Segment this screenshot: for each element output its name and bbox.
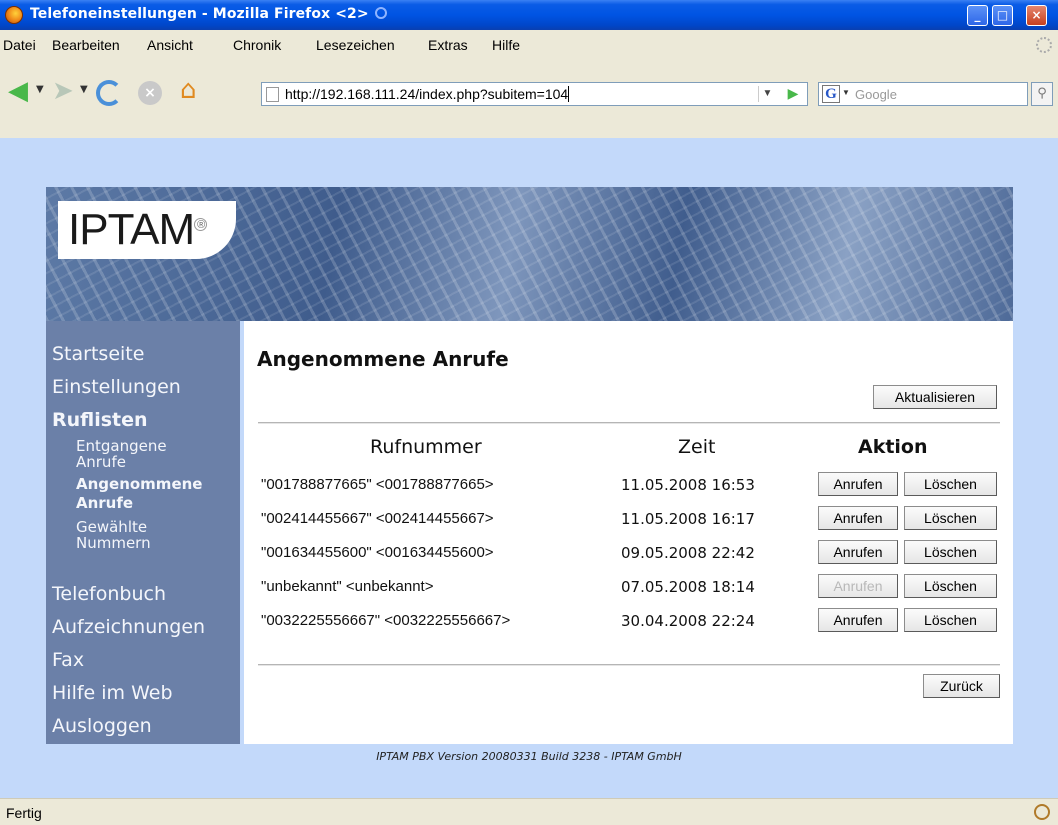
menu-bar: Datei Bearbeiten Ansicht Chronik Lesezei… bbox=[0, 30, 1058, 58]
row-3-time: 09.05.2008 22:42 bbox=[621, 544, 755, 562]
top-divider bbox=[258, 422, 1000, 424]
column-header-action: Aktion bbox=[858, 436, 928, 458]
row-3-call-button[interactable]: Anrufen bbox=[818, 540, 898, 564]
row-5-call-button[interactable]: Anrufen bbox=[818, 608, 898, 632]
back-arrow-icon[interactable]: ◀ bbox=[8, 77, 28, 105]
nav-ausloggen[interactable]: Ausloggen bbox=[52, 715, 152, 737]
row-1-delete-button[interactable]: Löschen bbox=[904, 472, 997, 496]
row-5-delete-button[interactable]: Löschen bbox=[904, 608, 997, 632]
registered-mark-icon: ® bbox=[194, 218, 208, 232]
forward-history-dropdown-icon[interactable]: ▼ bbox=[80, 84, 88, 95]
stop-icon[interactable]: × bbox=[138, 81, 162, 105]
row-3-number: "001634455600" <001634455600> bbox=[261, 544, 494, 561]
moon-icon bbox=[374, 7, 387, 19]
go-arrow-icon[interactable]: ▶ bbox=[784, 83, 802, 105]
menu-lesezeichen[interactable]: Lesezeichen bbox=[316, 37, 395, 53]
nav-fax[interactable]: Fax bbox=[52, 649, 84, 671]
reload-icon[interactable] bbox=[96, 80, 122, 106]
row-4-call-button-disabled: Anrufen bbox=[818, 574, 898, 598]
nav-sub-entgangene-line1[interactable]: Entgangene bbox=[76, 438, 167, 454]
footer-version: IPTAM PBX Version 20080331 Build 3238 - … bbox=[376, 750, 682, 763]
forward-arrow-icon[interactable]: ➤ bbox=[52, 77, 74, 105]
menu-extras[interactable]: Extras bbox=[428, 37, 468, 53]
url-text[interactable]: http://192.168.111.24/index.php?subitem=… bbox=[285, 86, 570, 102]
search-engine-dropdown-icon[interactable]: ▼ bbox=[842, 88, 850, 97]
column-header-number: Rufnummer bbox=[370, 436, 482, 458]
page-favicon-icon bbox=[266, 87, 279, 102]
status-bar: Fertig bbox=[0, 798, 1058, 825]
url-history-dropdown-icon[interactable]: ▼ bbox=[758, 86, 776, 102]
status-text: Fertig bbox=[6, 805, 42, 821]
nav-aufzeichnungen[interactable]: Aufzeichnungen bbox=[52, 616, 205, 638]
minimize-button[interactable]: _ bbox=[967, 5, 988, 26]
nav-startseite[interactable]: Startseite bbox=[52, 343, 144, 365]
row-5-number: "0032225556667" <0032225556667> bbox=[261, 612, 511, 629]
close-button[interactable]: × bbox=[1026, 5, 1047, 26]
row-1-time: 11.05.2008 16:53 bbox=[621, 476, 755, 494]
firefox-icon bbox=[5, 6, 23, 24]
nav-einstellungen[interactable]: Einstellungen bbox=[52, 376, 181, 398]
nav-sub-angenommene-line1[interactable]: Angenommene bbox=[76, 476, 202, 492]
search-placeholder[interactable]: Google bbox=[855, 87, 897, 102]
row-1-number: "001788877665" <001788877665> bbox=[261, 476, 494, 493]
row-4-time: 07.05.2008 18:14 bbox=[621, 578, 755, 596]
nav-ruflisten[interactable]: Ruflisten bbox=[52, 409, 148, 431]
menu-ansicht[interactable]: Ansicht bbox=[147, 37, 193, 53]
row-2-call-button[interactable]: Anrufen bbox=[818, 506, 898, 530]
main-panel: Angenommene Anrufe Aktualisieren Rufnumm… bbox=[244, 321, 1013, 744]
nav-hilfe-im-web[interactable]: Hilfe im Web bbox=[52, 682, 173, 704]
menu-chronik[interactable]: Chronik bbox=[233, 37, 281, 53]
nav-sub-gewaehlte-line1[interactable]: Gewählte bbox=[76, 519, 147, 535]
row-4-delete-button[interactable]: Löschen bbox=[904, 574, 997, 598]
header-banner: IPTAM ® bbox=[46, 187, 1013, 321]
text-caret bbox=[568, 86, 570, 102]
search-bar[interactable]: G ▼ Google bbox=[818, 82, 1028, 106]
navigation-toolbar: ◀ ▼ ➤ ▼ × ⌂ http://192.168.111.24/index.… bbox=[0, 58, 1058, 138]
logo-text: IPTAM bbox=[68, 205, 195, 254]
sidebar-navigation: Startseite Einstellungen Ruflisten Entga… bbox=[46, 321, 240, 744]
nav-sub-entgangene-line2[interactable]: Anrufe bbox=[76, 454, 126, 470]
addon-status-icon[interactable] bbox=[1034, 804, 1050, 820]
nav-sub-gewaehlte-line2[interactable]: Nummern bbox=[76, 535, 151, 551]
url-value[interactable]: http://192.168.111.24/index.php?subitem=… bbox=[285, 86, 568, 102]
row-2-number: "002414455667" <002414455667> bbox=[261, 510, 494, 527]
row-2-time: 11.05.2008 16:17 bbox=[621, 510, 755, 528]
column-header-time: Zeit bbox=[678, 436, 716, 458]
bottom-divider bbox=[258, 664, 1000, 666]
refresh-button[interactable]: Aktualisieren bbox=[873, 385, 997, 409]
back-history-dropdown-icon[interactable]: ▼ bbox=[36, 84, 44, 95]
maximize-button[interactable]: □ bbox=[992, 5, 1013, 26]
row-3-delete-button[interactable]: Löschen bbox=[904, 540, 997, 564]
menu-hilfe[interactable]: Hilfe bbox=[492, 37, 520, 53]
nav-telefonbuch[interactable]: Telefonbuch bbox=[52, 583, 166, 605]
window-title-bar: Telefoneinstellungen - Mozilla Firefox <… bbox=[0, 0, 1058, 30]
window-title-text: Telefoneinstellungen - Mozilla Firefox <… bbox=[30, 6, 369, 22]
home-icon[interactable]: ⌂ bbox=[180, 76, 197, 104]
page-title: Angenommene Anrufe bbox=[257, 347, 509, 371]
row-5-time: 30.04.2008 22:24 bbox=[621, 612, 755, 630]
iptam-logo: IPTAM ® bbox=[58, 201, 236, 259]
menu-datei[interactable]: Datei bbox=[3, 37, 36, 53]
address-bar[interactable]: http://192.168.111.24/index.php?subitem=… bbox=[261, 82, 808, 106]
row-2-delete-button[interactable]: Löschen bbox=[904, 506, 997, 530]
row-4-number: "unbekannt" <unbekannt> bbox=[261, 578, 434, 595]
page-content: IPTAM ® Startseite Einstellungen Rufliste… bbox=[0, 138, 1058, 798]
menu-bearbeiten[interactable]: Bearbeiten bbox=[52, 37, 120, 53]
search-magnifier-icon[interactable]: ⚲ bbox=[1031, 82, 1053, 106]
back-button[interactable]: Zurück bbox=[923, 674, 1000, 698]
row-1-call-button[interactable]: Anrufen bbox=[818, 472, 898, 496]
window-title: Telefoneinstellungen - Mozilla Firefox <… bbox=[30, 6, 387, 22]
nav-sub-angenommene-line2[interactable]: Anrufe bbox=[76, 495, 133, 511]
throbber-icon bbox=[1036, 37, 1052, 53]
search-engine-icon[interactable]: G bbox=[822, 85, 840, 103]
